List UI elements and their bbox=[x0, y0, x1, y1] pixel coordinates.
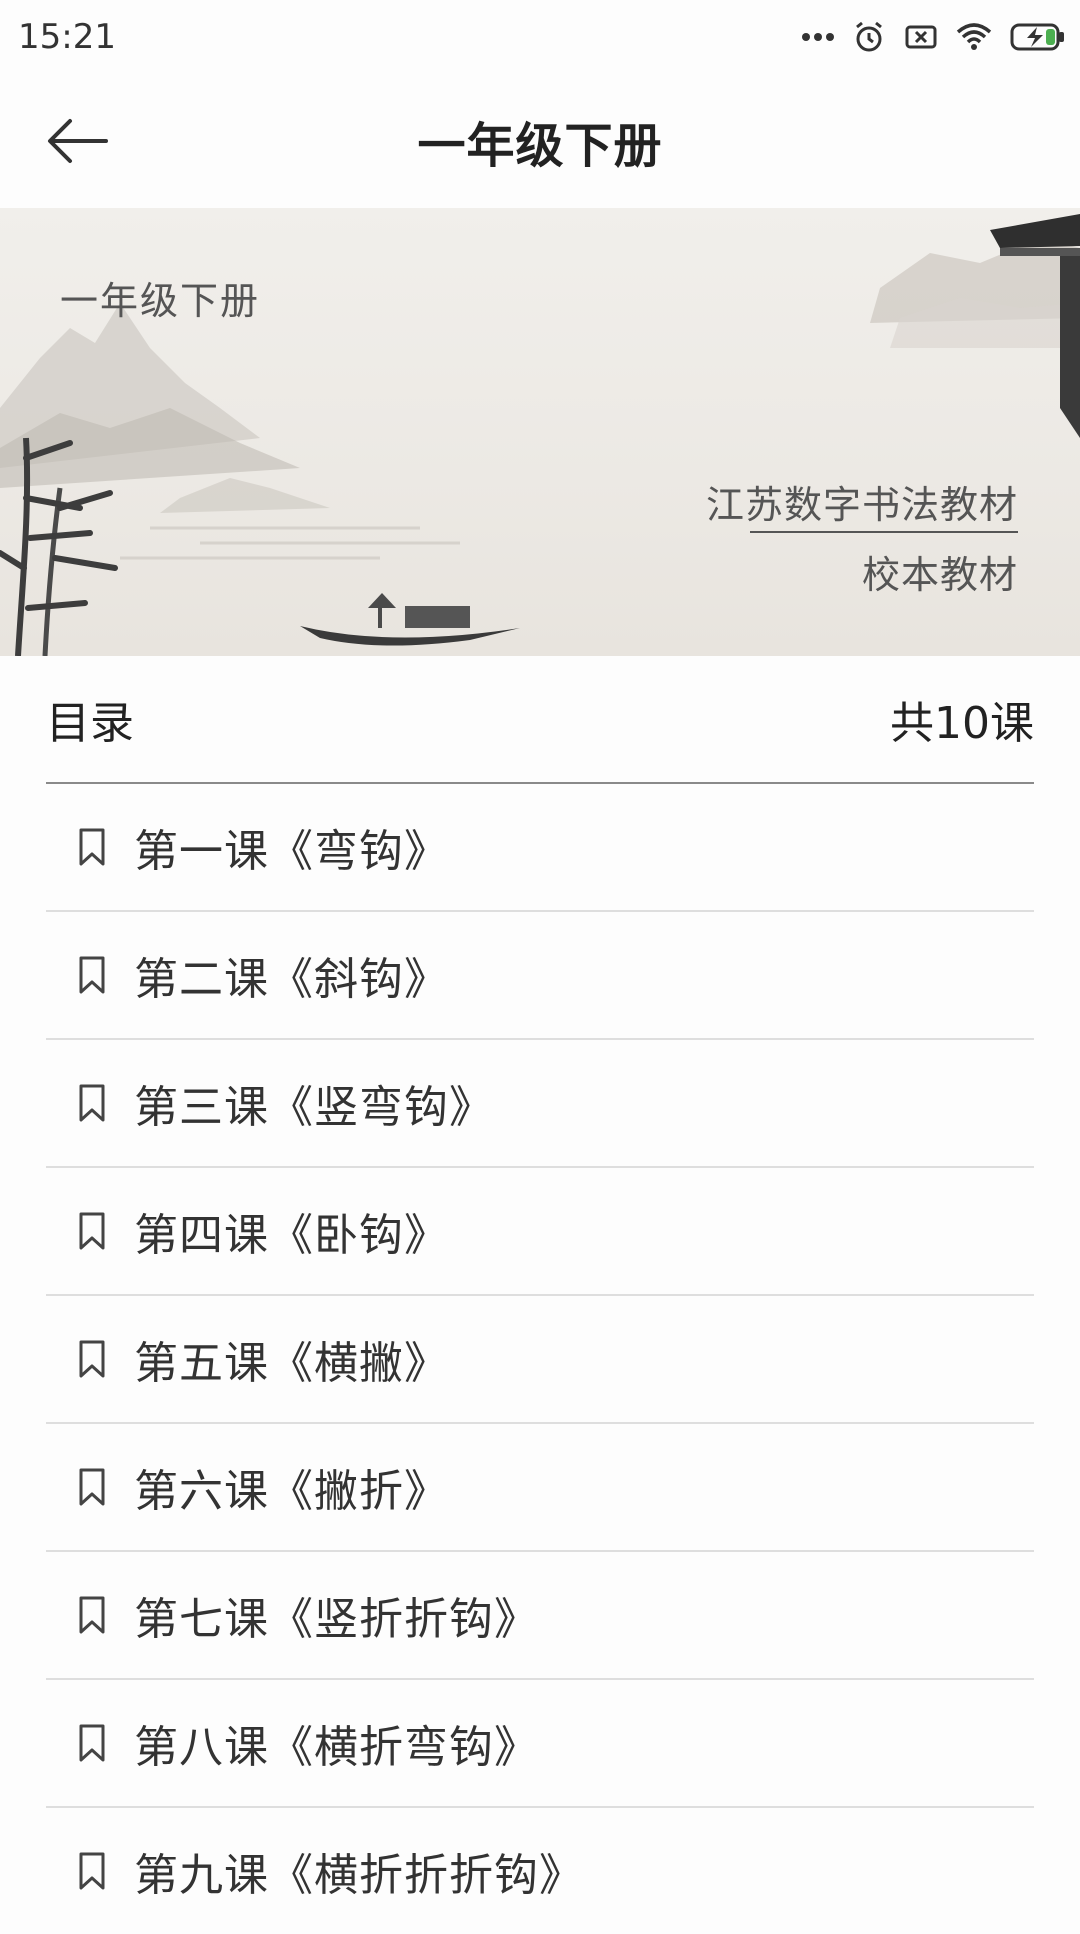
bookmark-icon bbox=[72, 1208, 112, 1254]
lesson-title: 第四课《卧钩》 bbox=[134, 1210, 449, 1261]
wifi-icon bbox=[956, 22, 992, 52]
lesson-item[interactable]: 第六课《撇折》 bbox=[46, 1424, 1034, 1552]
arrow-left-icon bbox=[48, 119, 108, 163]
status-icons bbox=[802, 20, 1066, 54]
lesson-title: 第九课《横折折折钩》 bbox=[134, 1850, 584, 1901]
bookmark-icon bbox=[72, 1592, 112, 1638]
alarm-icon bbox=[852, 20, 886, 54]
lesson-title: 第一课《弯钩》 bbox=[134, 826, 449, 877]
bookmark-icon bbox=[72, 1720, 112, 1766]
bookmark-icon bbox=[72, 1080, 112, 1126]
battery-charging-icon bbox=[1010, 22, 1066, 52]
lesson-item[interactable]: 第四课《卧钩》 bbox=[46, 1168, 1034, 1296]
lesson-item[interactable]: 第二课《斜钩》 bbox=[46, 912, 1034, 1040]
lesson-title: 第八课《横折弯钩》 bbox=[134, 1722, 539, 1773]
lesson-title: 第三课《竖弯钩》 bbox=[134, 1082, 494, 1133]
lesson-item[interactable]: 第八课《横折弯钩》 bbox=[46, 1680, 1034, 1808]
toc-header: 目录 共10课 bbox=[46, 656, 1034, 784]
status-bar: 15:21 bbox=[0, 0, 1080, 74]
lesson-item[interactable]: 第五课《横撇》 bbox=[46, 1296, 1034, 1424]
banner-caption: 校本教材 bbox=[861, 553, 1018, 597]
banner-subtitle: 江苏数字书法教材 bbox=[705, 483, 1018, 527]
status-time: 15:21 bbox=[18, 17, 116, 57]
lesson-title: 第六课《撇折》 bbox=[134, 1466, 449, 1517]
lesson-title: 第五课《横撇》 bbox=[134, 1338, 449, 1389]
lesson-item[interactable]: 第九课《横折折折钩》 bbox=[46, 1808, 1034, 1934]
lesson-count: 共10课 bbox=[890, 698, 1034, 749]
banner: 一年级下册 江苏数字书法教材 校本教材 bbox=[0, 208, 1080, 656]
bookmark-icon bbox=[72, 1848, 112, 1894]
lesson-title: 第二课《斜钩》 bbox=[134, 954, 449, 1005]
banner-title: 一年级下册 bbox=[60, 279, 261, 323]
toc-label: 目录 bbox=[46, 698, 134, 749]
bookmark-icon bbox=[72, 952, 112, 998]
banner-divider bbox=[750, 531, 1018, 533]
lesson-item[interactable]: 第三课《竖弯钩》 bbox=[46, 1040, 1034, 1168]
page-title: 一年级下册 bbox=[417, 118, 663, 174]
bookmark-icon bbox=[72, 824, 112, 870]
bookmark-icon bbox=[72, 1464, 112, 1510]
lesson-item[interactable]: 第一课《弯钩》 bbox=[46, 784, 1034, 912]
notification-box-icon bbox=[904, 22, 938, 52]
lesson-item[interactable]: 第七课《竖折折钩》 bbox=[46, 1552, 1034, 1680]
lesson-title: 第七课《竖折折钩》 bbox=[134, 1594, 539, 1645]
more-dots-icon bbox=[802, 32, 834, 42]
lesson-list: 第一课《弯钩》 第二课《斜钩》 第三课《竖弯钩》 第四课《卧钩》 第五课《横撇》… bbox=[46, 784, 1034, 1934]
app-header: 一年级下册 bbox=[0, 74, 1080, 208]
bookmark-icon bbox=[72, 1336, 112, 1382]
back-button[interactable] bbox=[38, 104, 118, 178]
